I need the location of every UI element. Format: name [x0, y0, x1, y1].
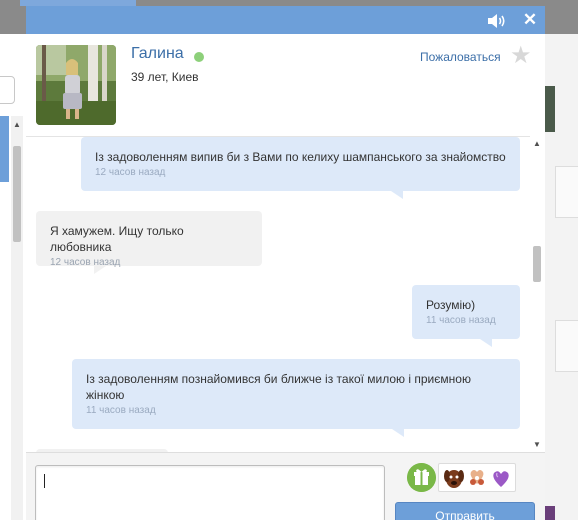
- message-time: 12 часов назад: [50, 257, 121, 268]
- background-left-panel: ▲ ▼: [0, 34, 26, 520]
- avatar-photo: [36, 45, 116, 125]
- speaker-icon[interactable]: [487, 13, 507, 29]
- background-card: [555, 320, 578, 372]
- scroll-up-icon: ▲: [13, 120, 21, 129]
- message-outgoing: Розумію) 11 часов назад: [412, 285, 520, 347]
- background-thumbnail: [545, 506, 555, 520]
- chat-window: ✕ Галина 39 лет, Киев Пожаловаться ★ Із …: [26, 6, 545, 520]
- message-time: 11 часов назад: [426, 315, 496, 326]
- bubble-tail: [392, 429, 404, 437]
- report-link[interactable]: Пожаловаться: [420, 50, 501, 64]
- composer: Отправить: [26, 452, 545, 520]
- message-time: 12 часов назад: [95, 167, 166, 178]
- message-time: 11 часов назад: [86, 405, 156, 416]
- background-photo: [545, 86, 555, 132]
- chat-titlebar: ✕: [26, 6, 545, 34]
- bubble-tail: [391, 191, 403, 199]
- bubble-tail: [94, 266, 106, 274]
- message-text: Із задоволенням познайомився би ближче і…: [86, 372, 471, 402]
- sticker-heart-icon[interactable]: [493, 471, 509, 487]
- message-scrollbar[interactable]: ▲ ▼: [530, 136, 545, 452]
- online-status-icon: [194, 52, 204, 62]
- gift-icon[interactable]: [407, 463, 436, 492]
- scroll-thumb[interactable]: [533, 246, 541, 282]
- profile-name[interactable]: Галина: [131, 45, 184, 63]
- favorite-star-icon[interactable]: ★: [510, 44, 532, 68]
- profile-details: 39 лет, Киев: [131, 70, 199, 84]
- message-incoming: Я хамужем. Ищу только любовника 12 часов…: [36, 211, 262, 274]
- bubble-tail: [480, 339, 492, 347]
- sticker-puppy-icon[interactable]: [444, 470, 464, 488]
- message-text: Я хамужем. Ищу только любовника: [50, 224, 184, 254]
- background-scrollbar: ▲ ▼: [11, 116, 23, 520]
- background-right-panel: [545, 34, 578, 520]
- message-text: Із задоволенням випив би з Вами по келих…: [95, 150, 506, 164]
- message-outgoing: Із задоволенням випив би з Вами по келих…: [81, 137, 520, 199]
- text-caret: [44, 474, 45, 488]
- background-input: [0, 76, 15, 104]
- background-highlight: [0, 116, 9, 182]
- avatar[interactable]: [36, 45, 116, 125]
- sticker-picker[interactable]: [438, 463, 516, 492]
- close-icon[interactable]: ✕: [522, 10, 538, 30]
- background-card: [555, 166, 578, 218]
- message-input[interactable]: [35, 465, 385, 520]
- profile-header: Галина 39 лет, Киев Пожаловаться ★: [26, 34, 545, 136]
- scroll-thumb: [13, 146, 21, 242]
- scroll-up-icon[interactable]: ▲: [533, 139, 541, 148]
- sticker-hearts-icon[interactable]: [470, 470, 484, 485]
- message-list: Із задоволенням випив би з Вами по келих…: [26, 136, 545, 452]
- send-button[interactable]: Отправить: [395, 502, 535, 520]
- message-outgoing: Із задоволенням познайомився би ближче і…: [72, 359, 520, 437]
- message-text: Розумію): [426, 298, 476, 312]
- scroll-down-icon[interactable]: ▼: [533, 440, 541, 449]
